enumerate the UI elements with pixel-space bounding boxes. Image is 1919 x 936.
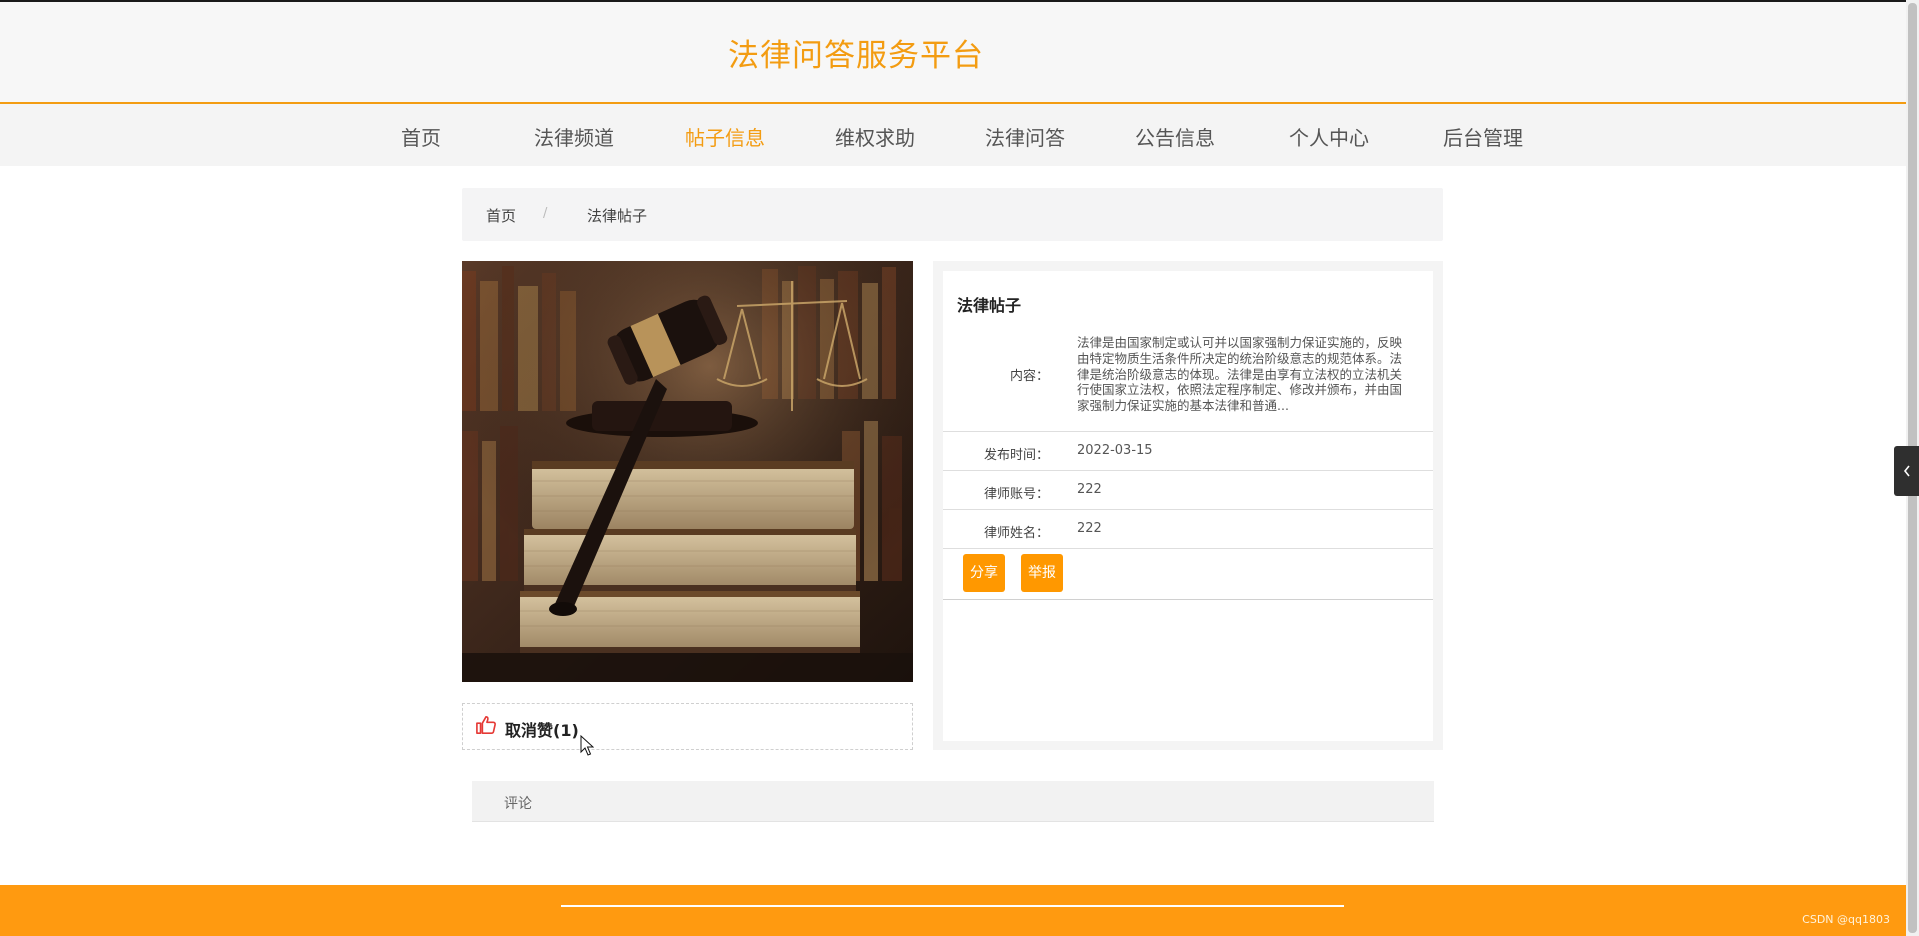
lawyer-account-label: 律师账号： (983, 487, 1049, 502)
content-text: 法律是由国家制定或认可并以国家强制力保证实施的，反映由特定物质生活条件所决定的统… (1077, 335, 1403, 414)
lawyer-account-row: 律师账号： 222 (943, 471, 1433, 510)
comments-section: 评论 (472, 781, 1434, 822)
watermark: CSDN @qq1803 (1802, 913, 1890, 926)
content-row: 内容： 法律是由国家制定或认可并以国家强制力保证实施的，反映由特定物质生活条件所… (943, 323, 1433, 432)
like-box: 取消赞(1) (462, 703, 913, 750)
mouse-cursor-icon (580, 735, 594, 756)
post-image (462, 261, 913, 682)
chevron-left-icon (1903, 465, 1910, 477)
breadcrumb-current: 法律帖子 (587, 207, 648, 225)
site-title[interactable]: 法律问答服务平台 (728, 30, 984, 75)
site-footer: CSDN @qq1803 (0, 885, 1906, 936)
side-panel-toggle[interactable] (1894, 446, 1919, 496)
content-label: 内容： (1009, 369, 1049, 384)
breadcrumb-home[interactable]: 首页 (486, 205, 516, 226)
lawyer-account-value: 222 (1077, 482, 1102, 497)
nav-law-channel[interactable]: 法律频道 (534, 122, 614, 151)
post-detail-card: 法律帖子 内容： 法律是由国家制定或认可并以国家强制力保证实施的，反映由特定物质… (943, 271, 1433, 741)
gavel-and-books-photo (462, 261, 913, 682)
breadcrumb-separator: / (543, 206, 548, 221)
nav-home[interactable]: 首页 (401, 122, 441, 151)
publish-time-row: 发布时间： 2022-03-15 (943, 432, 1433, 471)
publish-time-label: 发布时间： (983, 448, 1049, 463)
nav-announcements[interactable]: 公告信息 (1135, 122, 1215, 151)
lawyer-name-row: 律师姓名： 222 (943, 510, 1433, 549)
breadcrumb: 首页 / 法律帖子 (462, 188, 1443, 241)
post-title: 法律帖子 (957, 296, 1022, 315)
report-button[interactable]: 举报 (1021, 554, 1063, 592)
footer-divider (561, 905, 1344, 907)
unlike-button[interactable]: 取消赞(1) (505, 717, 579, 741)
comments-tab[interactable]: 评论 (504, 793, 532, 813)
thumbs-up-icon[interactable] (475, 715, 497, 735)
nav-posts[interactable]: 帖子信息 (685, 122, 765, 151)
post-detail-panel: 法律帖子 内容： 法律是由国家制定或认可并以国家强制力保证实施的，反映由特定物质… (933, 261, 1443, 750)
nav-legal-qa[interactable]: 法律问答 (985, 122, 1065, 151)
nav-rights-help[interactable]: 维权求助 (835, 122, 915, 151)
actions-row: 分享 举报 (943, 549, 1433, 600)
main-nav: 首页 法律频道 帖子信息 维权求助 法律问答 公告信息 个人中心 后台管理 (0, 104, 1906, 166)
nav-personal-center[interactable]: 个人中心 (1289, 122, 1369, 151)
publish-time-value: 2022-03-15 (1077, 443, 1153, 458)
nav-admin[interactable]: 后台管理 (1443, 122, 1523, 151)
site-header: 法律问答服务平台 (0, 2, 1906, 104)
share-button[interactable]: 分享 (963, 554, 1005, 592)
lawyer-name-value: 222 (1077, 521, 1102, 536)
lawyer-name-label: 律师姓名： (983, 526, 1049, 541)
